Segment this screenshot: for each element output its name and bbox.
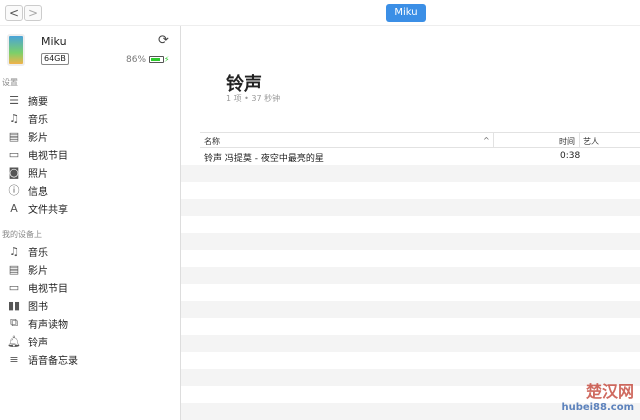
sidebar-item[interactable]: 🔔︎ 铃声 <box>6 332 48 350</box>
main-content: 铃声 1 项 • 37 秒钟 名称 ^ 时间 艺人 铃声 冯提莫 - 夜空中最亮… <box>181 26 640 420</box>
sidebar-item-label: 图书 <box>28 301 48 313</box>
sidebar-item-label: 有声读物 <box>28 319 68 331</box>
sidebar-item-label: 文件共享 <box>28 204 68 216</box>
sidebar-item[interactable]: ▭ 电视节目 <box>6 145 68 163</box>
table-row[interactable]: 铃声 冯提莫 - 夜空中最亮的星 0:38 <box>181 148 640 165</box>
tv-icon: ▭ <box>8 280 20 294</box>
sidebar-item[interactable]: ◙ 照片 <box>6 163 48 181</box>
sort-chevron-up-icon[interactable]: ^ <box>483 136 490 145</box>
sidebar-item[interactable]: ▤ 影片 <box>6 260 48 278</box>
table-row <box>181 352 640 369</box>
sidebar-item[interactable]: ⓘ 信息 <box>6 181 49 199</box>
track-name: 铃声 冯提莫 - 夜空中最亮的星 <box>204 154 324 164</box>
device-header: 我的设备上 <box>2 230 42 239</box>
column-artist[interactable]: 艺人 <box>583 136 599 147</box>
sidebar-item-label: 照片 <box>28 168 48 180</box>
audiobook-icon: ⧉ <box>10 316 18 329</box>
column-name[interactable]: 名称 <box>204 136 220 147</box>
sidebar-item-label: 信息 <box>28 186 48 198</box>
sidebar-item[interactable]: ▤ 影片 <box>6 127 48 145</box>
info-icon: ⓘ <box>8 184 20 197</box>
battery-status: 86% ⚡︎ <box>126 55 170 65</box>
sidebar-item[interactable]: ≡ 语音备忘录 <box>6 350 78 368</box>
table-row <box>181 267 640 284</box>
sidebar-item[interactable]: ♫ 音乐 <box>6 109 48 127</box>
voice-memo-icon: ≡ <box>9 352 19 366</box>
sidebar-item-label: 电视节目 <box>28 150 68 162</box>
list-icon: ☰ <box>9 93 19 107</box>
sidebar-item-label: 影片 <box>28 132 48 144</box>
device-image <box>7 34 25 66</box>
table-row <box>181 165 640 182</box>
table-row <box>181 318 640 335</box>
film-icon: ▤ <box>8 129 20 143</box>
column-divider <box>493 133 494 148</box>
bell-icon: 🔔︎ <box>7 334 21 348</box>
sidebar-item[interactable]: ⧉ 有声读物 <box>6 314 68 332</box>
table-row <box>181 250 640 267</box>
sidebar-item[interactable]: ☰ 摘要 <box>6 91 48 109</box>
sidebar-item-label: 摘要 <box>28 96 48 108</box>
battery-fill <box>150 58 161 61</box>
device-name: Miku <box>41 35 67 48</box>
sidebar-item-label: 语音备忘录 <box>28 355 78 367</box>
battery-percent: 86% <box>126 55 147 65</box>
watermark-logo: 楚汉网 hubei88.com <box>561 384 634 416</box>
book-icon: ▮▮ <box>7 298 21 312</box>
track-time: 0:38 <box>560 151 581 161</box>
column-time[interactable]: 时间 <box>559 136 575 147</box>
battery-icon <box>148 56 164 63</box>
settings-header: 设置 <box>2 78 18 87</box>
sync-icon[interactable]: ⟳ <box>158 33 169 48</box>
table-row <box>181 199 640 216</box>
charging-icon: ⚡︎ <box>163 55 170 64</box>
capacity-badge: 64GB <box>41 53 69 65</box>
table-row <box>181 301 640 318</box>
device-button[interactable]: Miku <box>386 4 426 22</box>
table-header: 名称 ^ 时间 艺人 <box>200 132 640 148</box>
watermark-brand: 楚汉网 <box>585 382 634 401</box>
sidebar-item-label: 铃声 <box>28 337 48 349</box>
forward-button[interactable]: > <box>24 5 42 21</box>
sidebar-item-label: 音乐 <box>28 114 48 126</box>
app-store-icon: A <box>10 201 18 215</box>
sidebar-item-label: 音乐 <box>28 247 48 259</box>
music-note-icon: ♫ <box>9 111 19 125</box>
sidebar-item[interactable]: A 文件共享 <box>6 199 68 217</box>
sidebar-item-label: 电视节目 <box>28 283 68 295</box>
back-button[interactable]: < <box>5 5 23 21</box>
table-row <box>181 182 640 199</box>
film-icon: ▤ <box>8 262 20 276</box>
tv-icon: ▭ <box>8 147 20 161</box>
table-row <box>181 233 640 250</box>
sidebar-item-label: 影片 <box>28 265 48 277</box>
sidebar: Miku 64GB ⟳ 86% ⚡︎ 设置 ☰ 摘要 ♫ 音乐 ▤ 影片 ▭ 电视节目 ◙ 照片 ⓘ… <box>0 26 181 420</box>
column-divider <box>579 133 580 148</box>
watermark-url: hubei88.com <box>561 402 634 413</box>
sidebar-item[interactable]: ▭ 电视节目 <box>6 278 68 296</box>
table-row <box>181 216 640 233</box>
track-list: 铃声 冯提莫 - 夜空中最亮的星 0:38 <box>181 148 640 420</box>
sidebar-item[interactable]: ▮▮ 图书 <box>6 296 48 314</box>
camera-icon: ◙ <box>8 165 20 179</box>
table-row <box>181 284 640 301</box>
page-subtitle: 1 项 • 37 秒钟 <box>226 94 281 103</box>
toolbar: < > Miku <box>0 0 640 26</box>
sidebar-item[interactable]: ♫ 音乐 <box>6 242 48 260</box>
table-row <box>181 335 640 352</box>
music-note-icon: ♫ <box>9 244 19 258</box>
